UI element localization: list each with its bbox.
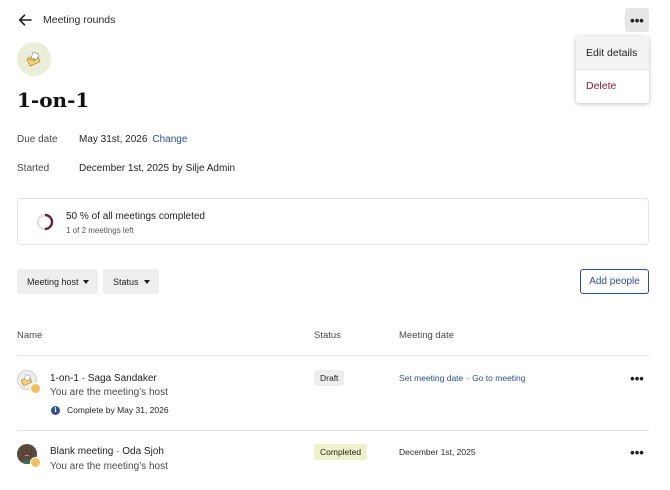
status-filter-label: Status: [113, 276, 139, 287]
divider: [17, 430, 649, 431]
change-due-date-link[interactable]: Change: [152, 134, 187, 145]
row-1-avatar-group: [17, 370, 41, 394]
meeting-host-filter-label: Meeting host: [27, 276, 79, 287]
set-meeting-date-link[interactable]: Set meeting date: [399, 373, 463, 383]
status-badge: Draft: [314, 370, 345, 386]
status-filter[interactable]: Status: [103, 269, 159, 294]
divider: [17, 355, 649, 356]
more-horizontal-icon: •••: [630, 370, 644, 386]
row-2-title[interactable]: Blank meeting · Oda Sjoh: [50, 446, 164, 457]
back-arrow-icon[interactable]: [16, 11, 34, 29]
chevron-down-icon: [144, 280, 150, 284]
due-date-group: May 31st, 2026 Change: [79, 134, 187, 145]
started-group: December 1st, 2025 by Silje Admin: [79, 163, 235, 174]
progress-summary: 50 % of all meetings completed: [66, 211, 205, 222]
host-avatar-badge: [30, 457, 41, 468]
page-title: 1-on-1: [17, 88, 90, 112]
paper-envelope-icon: [26, 52, 41, 67]
column-header-meeting-date: Meeting date: [399, 330, 454, 341]
go-to-meeting-link[interactable]: Go to meeting: [472, 373, 525, 383]
due-date-label: Due date: [17, 134, 58, 145]
chevron-down-icon: [83, 280, 89, 284]
started-label: Started: [17, 163, 50, 174]
row-1-note: i Complete by May 31, 2026: [51, 405, 169, 415]
row-1-more-button[interactable]: •••: [627, 371, 647, 385]
row-1-date-actions: Set meeting date · Go to meeting: [399, 373, 526, 383]
started-by-prefix: by: [172, 163, 183, 174]
info-icon: i: [51, 405, 60, 415]
round-avatar: [17, 42, 51, 76]
more-horizontal-icon: •••: [630, 12, 644, 28]
row-1-subtitle: You are the meeting’s host: [50, 387, 168, 398]
row-1-title[interactable]: 1-on-1 · Saga Sandaker: [50, 373, 157, 384]
due-date-value: May 31st, 2026: [79, 134, 148, 145]
progress-card: 50 % of all meetings completed 1 of 2 me…: [17, 198, 649, 245]
breadcrumb: Meeting rounds: [43, 14, 116, 26]
menu-item-delete[interactable]: Delete: [576, 69, 649, 102]
progress-ring-icon: [36, 213, 54, 231]
row-2-subtitle: You are the meeting’s host: [50, 461, 168, 472]
column-header-status: Status: [314, 330, 341, 341]
link-separator: ·: [466, 373, 470, 383]
column-header-name: Name: [17, 330, 43, 341]
menu-item-edit-details[interactable]: Edit details: [576, 36, 649, 69]
meeting-host-filter[interactable]: Meeting host: [17, 269, 98, 294]
started-date-value: December 1st, 2025: [79, 163, 170, 174]
add-people-button[interactable]: Add people: [580, 269, 649, 294]
progress-remaining: 1 of 2 meetings left: [66, 226, 134, 235]
more-options-button[interactable]: •••: [625, 8, 649, 32]
more-horizontal-icon: •••: [630, 444, 644, 460]
started-by-name: Silje Admin: [185, 163, 236, 174]
host-avatar-badge: [30, 383, 41, 394]
row-2-avatar-group: [17, 444, 41, 468]
options-menu: Edit details Delete: [576, 36, 649, 103]
status-badge: Completed: [314, 444, 368, 460]
row-1-note-text: Complete by May 31, 2026: [67, 405, 169, 415]
row-2-more-button[interactable]: •••: [627, 445, 647, 459]
row-2-meeting-date: December 1st, 2025: [399, 447, 476, 457]
